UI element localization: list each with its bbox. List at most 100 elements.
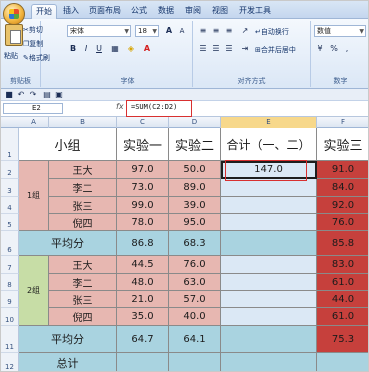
group2-average-exp3[interactable]: 75.3 bbox=[317, 326, 368, 353]
row-header-5[interactable]: 5 bbox=[1, 214, 19, 231]
group2-exp1-value[interactable]: 21.0 bbox=[117, 291, 169, 308]
font-color-icon[interactable]: A bbox=[141, 43, 153, 55]
total-cell[interactable] bbox=[221, 291, 317, 308]
group1-average-label[interactable]: 平均分 bbox=[19, 231, 117, 256]
shrink-font-button[interactable]: A bbox=[176, 25, 188, 37]
group1-exp3-value[interactable]: 76.0 bbox=[317, 214, 368, 231]
tab-developer[interactable]: 开发工具 bbox=[237, 4, 273, 19]
wrap-text-button[interactable]: ↵自动换行 bbox=[255, 27, 289, 37]
number-format-select[interactable]: 数值 ▼ bbox=[314, 25, 366, 37]
column-header-e[interactable]: E bbox=[221, 117, 317, 128]
group2-member-name[interactable]: 李二 bbox=[49, 274, 117, 291]
row-header-6[interactable]: 6 bbox=[1, 231, 19, 256]
group2-exp2-value[interactable]: 57.0 bbox=[169, 291, 221, 308]
group1-exp2-value[interactable]: 50.0 bbox=[169, 161, 221, 179]
total-cell[interactable] bbox=[221, 256, 317, 274]
row-header-10[interactable]: 10 bbox=[1, 308, 19, 326]
row-header-11[interactable]: 11 bbox=[1, 326, 19, 353]
cut-button[interactable]: ✂剪切 bbox=[23, 25, 43, 35]
group1-exp1-value[interactable]: 78.0 bbox=[117, 214, 169, 231]
grow-font-button[interactable]: A bbox=[163, 25, 175, 37]
row-header-7[interactable]: 7 bbox=[1, 256, 19, 274]
row-header-9[interactable]: 9 bbox=[1, 291, 19, 308]
group1-name-cell[interactable]: 1组 bbox=[19, 161, 49, 231]
group1-average-total[interactable] bbox=[221, 231, 317, 256]
group1-member-name[interactable]: 倪四 bbox=[49, 214, 117, 231]
align-bottom-icon[interactable]: ≡ bbox=[223, 25, 235, 37]
column-header-f[interactable]: F bbox=[317, 117, 368, 128]
group2-exp1-value[interactable]: 48.0 bbox=[117, 274, 169, 291]
header-exp2-cell[interactable]: 实验二 bbox=[169, 128, 221, 161]
row-header-3[interactable]: 3 bbox=[1, 179, 19, 197]
paste-button[interactable]: 粘贴 bbox=[4, 51, 18, 61]
align-top-icon[interactable]: ≡ bbox=[197, 25, 209, 37]
grand-total-exp3[interactable] bbox=[317, 353, 368, 371]
column-header-a[interactable]: A bbox=[19, 117, 49, 128]
office-button[interactable] bbox=[3, 3, 25, 25]
tab-formulas[interactable]: 公式 bbox=[129, 4, 149, 19]
row-header-4[interactable]: 4 bbox=[1, 197, 19, 214]
percent-button[interactable]: % bbox=[328, 43, 340, 55]
header-exp1-cell[interactable]: 实验一 bbox=[117, 128, 169, 161]
total-cell[interactable] bbox=[221, 308, 317, 326]
align-middle-icon[interactable]: ≡ bbox=[210, 25, 222, 37]
group2-member-name[interactable]: 张三 bbox=[49, 291, 117, 308]
header-group-cell[interactable]: 小组 bbox=[19, 128, 117, 161]
grand-total-exp1[interactable] bbox=[117, 353, 169, 371]
group2-exp2-value[interactable]: 40.0 bbox=[169, 308, 221, 326]
group2-exp1-value[interactable]: 35.0 bbox=[117, 308, 169, 326]
group1-exp1-value[interactable]: 99.0 bbox=[117, 197, 169, 214]
currency-icon[interactable]: ¥ bbox=[314, 43, 326, 55]
tab-view[interactable]: 视图 bbox=[210, 4, 230, 19]
group1-exp3-value[interactable]: 91.0 bbox=[317, 161, 368, 179]
align-center-icon[interactable]: ☰ bbox=[210, 43, 222, 55]
tab-data[interactable]: 数据 bbox=[156, 4, 176, 19]
group1-exp1-value[interactable]: 73.0 bbox=[117, 179, 169, 197]
group1-exp2-value[interactable]: 89.0 bbox=[169, 179, 221, 197]
row-header-2[interactable]: 2 bbox=[1, 161, 19, 179]
group2-member-name[interactable]: 倪四 bbox=[49, 308, 117, 326]
orientation-icon[interactable]: ↗ bbox=[239, 25, 251, 37]
group1-member-name[interactable]: 李二 bbox=[49, 179, 117, 197]
row-header-1[interactable]: 1 bbox=[1, 128, 19, 161]
tab-page-layout[interactable]: 页面布局 bbox=[87, 4, 123, 19]
total-cell[interactable] bbox=[221, 179, 317, 197]
group2-member-name[interactable]: 王大 bbox=[49, 256, 117, 274]
group1-average-exp3[interactable]: 85.8 bbox=[317, 231, 368, 256]
group2-exp2-value[interactable]: 63.0 bbox=[169, 274, 221, 291]
row-header-12[interactable]: 12 bbox=[1, 353, 19, 371]
group2-exp2-value[interactable]: 76.0 bbox=[169, 256, 221, 274]
italic-button[interactable]: I bbox=[80, 43, 92, 55]
column-header-d[interactable]: D bbox=[169, 117, 221, 128]
save-icon[interactable]: ■ bbox=[3, 89, 15, 101]
print-icon[interactable]: ▤ bbox=[41, 89, 53, 101]
grand-total-exp2[interactable] bbox=[169, 353, 221, 371]
align-right-icon[interactable]: ☰ bbox=[223, 43, 235, 55]
group2-exp3-value[interactable]: 83.0 bbox=[317, 256, 368, 274]
tab-home[interactable]: 开始 bbox=[31, 4, 57, 19]
group1-exp3-value[interactable]: 92.0 bbox=[317, 197, 368, 214]
redo-icon[interactable]: ↷ bbox=[27, 89, 39, 101]
group1-exp1-value[interactable]: 97.0 bbox=[117, 161, 169, 179]
group2-average-total[interactable] bbox=[221, 326, 317, 353]
fill-color-icon[interactable]: ◈ bbox=[125, 43, 137, 55]
column-header-c[interactable]: C bbox=[117, 117, 169, 128]
align-left-icon[interactable]: ☰ bbox=[197, 43, 209, 55]
copy-button[interactable]: ❐复制 bbox=[23, 39, 43, 49]
group2-exp3-value[interactable]: 61.0 bbox=[317, 308, 368, 326]
header-exp3-cell[interactable]: 实验三 bbox=[317, 128, 368, 161]
group2-exp3-value[interactable]: 61.0 bbox=[317, 274, 368, 291]
total-cell[interactable] bbox=[221, 274, 317, 291]
group1-member-name[interactable]: 王大 bbox=[49, 161, 117, 179]
preview-icon[interactable]: ▣ bbox=[53, 89, 65, 101]
total-cell[interactable] bbox=[221, 214, 317, 231]
font-name-select[interactable]: 宋体 ▼ bbox=[67, 25, 131, 37]
group1-exp2-value[interactable]: 95.0 bbox=[169, 214, 221, 231]
merge-center-button[interactable]: ⊞合并后居中 bbox=[255, 45, 296, 55]
header-total-cell[interactable]: 合计（一、二） bbox=[221, 128, 317, 161]
format-painter-button[interactable]: ✎格式刷 bbox=[23, 53, 50, 63]
grand-total-label[interactable]: 总计 bbox=[19, 353, 117, 371]
group1-member-name[interactable]: 张三 bbox=[49, 197, 117, 214]
border-icon[interactable]: ▦ bbox=[109, 43, 121, 55]
tab-review[interactable]: 审阅 bbox=[183, 4, 203, 19]
